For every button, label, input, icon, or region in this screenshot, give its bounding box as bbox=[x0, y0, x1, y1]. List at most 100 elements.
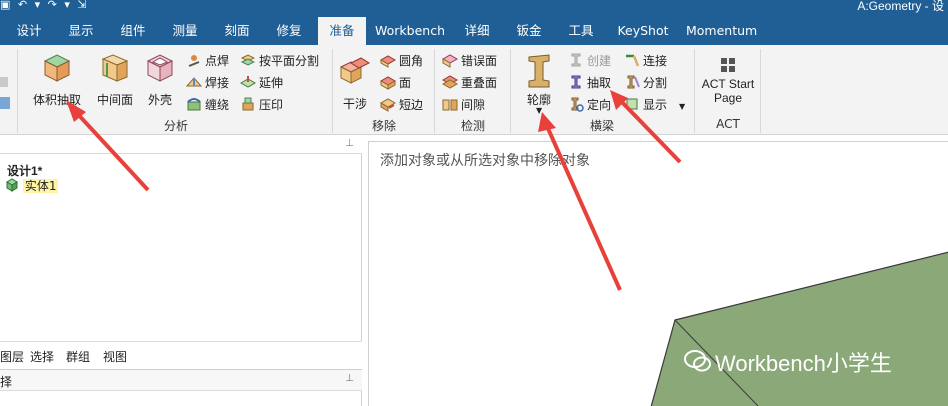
connect-beam-icon bbox=[626, 54, 640, 67]
tab-display[interactable]: 显示 bbox=[60, 17, 102, 45]
profile-dropdown-icon[interactable]: ▼ bbox=[536, 106, 542, 115]
split-by-plane-button[interactable]: 按平面分割 bbox=[240, 51, 319, 71]
midsurface-button[interactable]: 中间面 bbox=[92, 49, 138, 109]
overlap-face-label: 重叠面 bbox=[461, 76, 498, 90]
act-start-page-label-2: Page bbox=[713, 91, 743, 105]
pin-icon[interactable]: ⊥ bbox=[345, 138, 354, 149]
volume-extract-label: 体积抽取 bbox=[32, 93, 81, 107]
group-separator bbox=[510, 49, 511, 133]
split-beam-button[interactable]: 分割 bbox=[624, 73, 667, 93]
face-icon bbox=[380, 76, 396, 90]
group-separator bbox=[332, 49, 333, 133]
orient-beam-label: 定向 bbox=[587, 98, 612, 112]
extend-button[interactable]: 延伸 bbox=[240, 73, 283, 93]
act-start-page-button[interactable]: ACT Start Page bbox=[698, 53, 758, 113]
face-button[interactable]: 面 bbox=[380, 73, 411, 93]
tab-tools[interactable]: 工具 bbox=[560, 17, 602, 45]
connect-beam-label: 连接 bbox=[643, 54, 668, 68]
panel-tab-bar: 图层 选择 群组 视图 bbox=[0, 341, 362, 369]
tab-repair[interactable]: 修复 bbox=[268, 17, 310, 45]
create-beam-button[interactable]: 创建 bbox=[568, 51, 611, 71]
wrap-label: 缠绕 bbox=[205, 98, 230, 112]
volume-extract-button[interactable]: 体积抽取 bbox=[28, 49, 86, 109]
shell-label: 外壳 bbox=[147, 93, 172, 107]
volume-extract-icon bbox=[43, 54, 71, 82]
shell-button[interactable]: 外壳 bbox=[142, 49, 178, 109]
orient-beam-button[interactable]: 定向 bbox=[568, 95, 611, 115]
wrap-button[interactable]: 缠绕 bbox=[186, 95, 229, 115]
structure-panel-header: ⊥ bbox=[0, 136, 362, 154]
options-panel-header: 择 ⊥ bbox=[0, 369, 362, 391]
tab-groups[interactable]: 群组 bbox=[66, 348, 90, 365]
imprint-icon bbox=[242, 97, 254, 111]
partial-tool-icon[interactable] bbox=[0, 75, 12, 115]
spot-weld-label: 点焊 bbox=[205, 54, 230, 68]
extract-beam-label: 抽取 bbox=[587, 76, 612, 90]
group-separator bbox=[760, 49, 761, 133]
display-dropdown-icon[interactable]: ▼ bbox=[679, 102, 685, 111]
extend-icon bbox=[240, 76, 256, 88]
spot-weld-button[interactable]: 点焊 bbox=[186, 51, 229, 71]
weld-icon bbox=[186, 77, 202, 87]
mismatch-face-label: 错误面 bbox=[461, 54, 498, 68]
wechat-icon bbox=[684, 350, 711, 372]
create-beam-icon bbox=[571, 53, 581, 67]
tab-momentum[interactable]: Momentum bbox=[686, 17, 757, 45]
structure-panel: ⊥ 设计1* 实体1 图层 选择 群组 视图 择 ⊥ bbox=[0, 136, 362, 406]
profile-button[interactable]: 轮廓 ▼ bbox=[520, 53, 558, 115]
tab-prepare[interactable]: 准备 bbox=[318, 17, 366, 45]
ribbon: 体积抽取 中间面 外壳 点焊 焊接 缠绕 按平面分割 延伸 压印 分析 干涉 圆… bbox=[0, 45, 948, 135]
ribbon-tab-bar: 设计 显示 组件 测量 刻面 修复 准备 Workbench 详细 钣金 工具 … bbox=[0, 14, 948, 45]
display-beam-label: 显示 bbox=[643, 98, 668, 112]
connect-beam-button[interactable]: 连接 bbox=[624, 51, 667, 71]
watermark-text: Workbench小学生 bbox=[715, 351, 892, 376]
gap-button[interactable]: 间隙 bbox=[442, 95, 485, 115]
tab-measure[interactable]: 测量 bbox=[164, 17, 206, 45]
group-separator bbox=[694, 49, 695, 133]
imprint-label: 压印 bbox=[259, 98, 284, 112]
tab-assembly[interactable]: 组件 bbox=[112, 17, 154, 45]
tab-workbench[interactable]: Workbench bbox=[374, 17, 446, 45]
tab-design[interactable]: 设计 bbox=[8, 17, 50, 45]
tab-selection[interactable]: 选择 bbox=[30, 348, 54, 365]
display-beam-icon bbox=[626, 98, 638, 110]
tab-layers[interactable]: 图层 bbox=[0, 348, 24, 365]
mismatch-face-icon bbox=[442, 54, 458, 68]
round-label: 圆角 bbox=[399, 54, 424, 68]
display-beam-button[interactable]: 显示 ▼ bbox=[624, 95, 685, 115]
round-icon bbox=[380, 55, 396, 68]
tab-keyshot[interactable]: KeyShot bbox=[614, 17, 672, 45]
group-separator bbox=[17, 49, 18, 133]
window-title: A:Geometry - 设 bbox=[857, 0, 944, 13]
extract-beam-icon bbox=[571, 75, 581, 89]
weld-button[interactable]: 焊接 bbox=[186, 73, 229, 93]
tab-sheet-metal[interactable]: 钣金 bbox=[508, 17, 550, 45]
quick-access-toolbar[interactable]: ▣ ↶ ▾ ↷ ▾ ⇲ bbox=[0, 0, 89, 11]
pin-icon[interactable]: ⊥ bbox=[345, 373, 354, 384]
round-button[interactable]: 圆角 bbox=[380, 51, 423, 71]
tab-facets[interactable]: 刻面 bbox=[216, 17, 258, 45]
extract-beam-button[interactable]: 抽取 bbox=[568, 73, 611, 93]
extend-label: 延伸 bbox=[259, 76, 284, 90]
midsurface-icon bbox=[101, 54, 129, 82]
split-by-plane-label: 按平面分割 bbox=[259, 54, 320, 68]
options-panel-title: 择 bbox=[0, 375, 13, 389]
group-separator bbox=[434, 49, 435, 133]
title-bar: ▣ ↶ ▾ ↷ ▾ ⇲ A:Geometry - 设 bbox=[0, 0, 948, 14]
tree-item-body[interactable]: 实体1 bbox=[5, 177, 59, 194]
imprint-button[interactable]: 压印 bbox=[240, 95, 283, 115]
overlap-face-button[interactable]: 重叠面 bbox=[442, 73, 497, 93]
short-edge-button[interactable]: 短边 bbox=[380, 95, 423, 115]
group-label-analyze: 分析 bbox=[163, 119, 188, 133]
spot-weld-icon bbox=[188, 55, 200, 67]
face-label: 面 bbox=[399, 76, 412, 90]
tab-detail[interactable]: 详细 bbox=[456, 17, 498, 45]
tab-views[interactable]: 视图 bbox=[103, 348, 127, 365]
group-label-detect: 检测 bbox=[460, 119, 485, 133]
midsurface-label: 中间面 bbox=[96, 93, 133, 107]
graphics-viewport[interactable]: 添加对象或从所选对象中移除对象 Workbench小学生 bbox=[368, 141, 948, 406]
tree-item-label: 实体1 bbox=[22, 179, 59, 193]
interference-button[interactable]: 干涉 bbox=[336, 53, 374, 113]
mismatch-face-button[interactable]: 错误面 bbox=[442, 51, 497, 71]
group-label-remove: 移除 bbox=[371, 119, 396, 133]
